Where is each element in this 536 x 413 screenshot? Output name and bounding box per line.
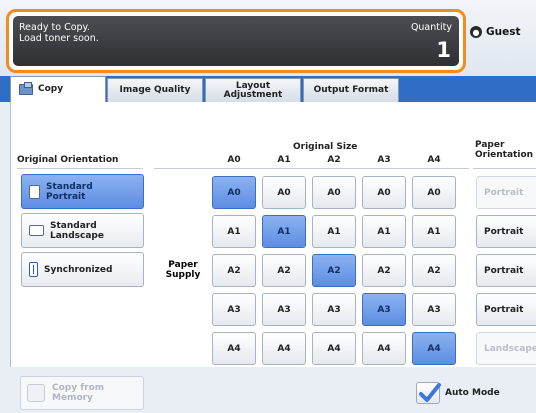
grid-cell-a3-a4[interactable]: A3 — [412, 293, 456, 326]
status-message-line1: Ready to Copy. — [19, 22, 90, 33]
grid-cell-a2-a3[interactable]: A2 — [362, 254, 406, 287]
orientation-synchronized-label: Synchronized — [44, 264, 113, 275]
grid-cell-a1-a2[interactable]: A1 — [312, 215, 356, 248]
divider — [17, 168, 143, 169]
tab-image-quality-label: Image Quality — [119, 85, 191, 95]
grid-cell-a4-a2[interactable]: A4 — [312, 332, 356, 365]
orientation-synchronized-button[interactable]: Synchronized — [21, 252, 144, 287]
copy-icon — [19, 82, 33, 95]
grid-cell-a2-a4[interactable]: A2 — [412, 254, 456, 287]
status-message-line2: Load toner soon. — [19, 33, 99, 44]
bottom-bar: Copy from Memory Auto Mode — [0, 367, 536, 413]
grid-cell-a0-a2[interactable]: A0 — [312, 176, 356, 209]
paper-orientation-portrait-button[interactable]: Portrait — [476, 254, 536, 287]
paper-orientation-heading: Paper Orientation — [475, 140, 534, 160]
synchronized-icon — [29, 262, 38, 277]
status-display: Ready to Copy. Load toner soon. Quantity… — [13, 16, 459, 66]
paper-orientation-portrait-button[interactable]: Portrait — [476, 293, 536, 326]
original-orientation-heading: Original Orientation — [17, 155, 119, 165]
tab-strip: Copy Image Quality Layout Adjustment Out… — [0, 76, 536, 102]
grid-cell-a0-a0[interactable]: A0 — [212, 176, 256, 209]
orientation-standard-landscape-button[interactable]: Standard Landscape — [21, 213, 144, 248]
top-bar: Ready to Copy. Load toner soon. Quantity… — [0, 0, 536, 78]
orientation-standard-portrait-button[interactable]: Standard Portrait — [21, 174, 144, 209]
column-header-a0: A0 — [227, 155, 241, 165]
auto-mode-label: Auto Mode — [445, 388, 500, 398]
grid-cell-a4-a3[interactable]: A4 — [362, 332, 406, 365]
memory-icon — [27, 384, 45, 402]
quantity-label: Quantity — [410, 22, 452, 33]
divider — [473, 168, 536, 169]
quantity-value: 1 — [436, 38, 451, 62]
tab-copy[interactable]: Copy — [10, 76, 106, 102]
auto-mode-checkbox[interactable] — [416, 382, 441, 404]
grid-cell-a1-a3[interactable]: A1 — [362, 215, 406, 248]
tab-output-format[interactable]: Output Format — [303, 78, 399, 102]
orientation-standard-portrait-label: Standard Portrait — [46, 181, 93, 202]
landscape-icon — [29, 225, 44, 236]
paper-orientation-landscape-button[interactable]: Landscape — [476, 332, 536, 365]
grid-cell-a1-a4[interactable]: A1 — [412, 215, 456, 248]
original-size-heading: Original Size — [293, 142, 358, 152]
grid-cell-a3-a3[interactable]: A3 — [362, 293, 406, 326]
column-header-a1: A1 — [277, 155, 291, 165]
grid-cell-a4-a4[interactable]: A4 — [412, 332, 456, 365]
status-panel: Ready to Copy. Load toner soon. Quantity… — [6, 9, 466, 73]
user-icon: ● — [470, 26, 482, 38]
grid-cell-a1-a0[interactable]: A1 — [212, 215, 256, 248]
tab-layout-adjustment-label: Layout Adjustment — [223, 80, 283, 100]
grid-cell-a2-a0[interactable]: A2 — [212, 254, 256, 287]
portrait-icon — [29, 184, 40, 199]
grid-cell-a2-a2[interactable]: A2 — [312, 254, 356, 287]
column-header-a2: A2 — [327, 155, 341, 165]
guest-login-button[interactable]: ● Guest — [470, 26, 520, 38]
grid-cell-a4-a0[interactable]: A4 — [212, 332, 256, 365]
tab-copy-label: Copy — [38, 84, 64, 94]
grid-cell-a1-a1[interactable]: A1 — [262, 215, 306, 248]
tab-layout-adjustment[interactable]: Layout Adjustment — [205, 78, 301, 102]
tab-image-quality[interactable]: Image Quality — [107, 78, 203, 102]
grid-cell-a0-a4[interactable]: A0 — [412, 176, 456, 209]
checkmark-icon — [419, 383, 441, 402]
grid-cell-a4-a1[interactable]: A4 — [262, 332, 306, 365]
grid-cell-a3-a1[interactable]: A3 — [262, 293, 306, 326]
divider — [154, 168, 469, 169]
grid-cell-a0-a1[interactable]: A0 — [262, 176, 306, 209]
orientation-standard-landscape-label: Standard Landscape — [50, 220, 104, 241]
column-header-a4: A4 — [427, 155, 441, 165]
grid-cell-a0-a3[interactable]: A0 — [362, 176, 406, 209]
auto-mode-toggle[interactable]: Auto Mode — [416, 382, 500, 404]
copy-settings-panel: Original Orientation Original Size Paper… — [10, 102, 536, 367]
paper-supply-heading: Paper Supply — [165, 260, 201, 280]
copy-from-memory-button[interactable]: Copy from Memory — [20, 376, 144, 410]
column-header-a3: A3 — [377, 155, 391, 165]
copy-from-memory-label: Copy from Memory — [52, 383, 105, 403]
paper-orientation-portrait-button[interactable]: Portrait — [476, 176, 536, 209]
paper-orientation-portrait-button[interactable]: Portrait — [476, 215, 536, 248]
grid-cell-a3-a0[interactable]: A3 — [212, 293, 256, 326]
grid-cell-a2-a1[interactable]: A2 — [262, 254, 306, 287]
guest-label: Guest — [486, 26, 521, 38]
tab-output-format-label: Output Format — [313, 85, 389, 95]
grid-cell-a3-a2[interactable]: A3 — [312, 293, 356, 326]
